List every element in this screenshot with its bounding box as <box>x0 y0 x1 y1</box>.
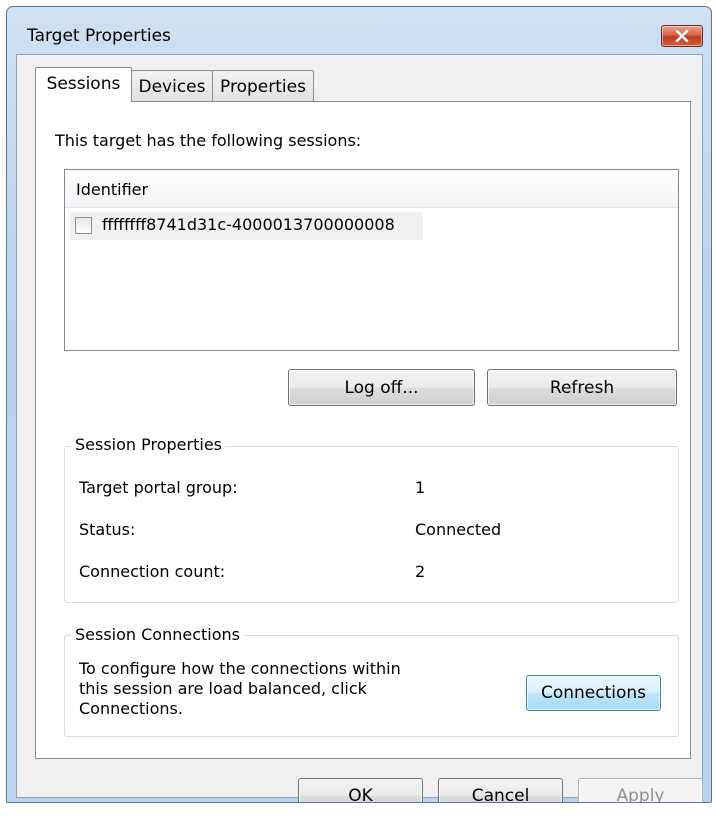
session-connections-title: Session Connections <box>71 625 244 644</box>
apply-button[interactable]: Apply <box>578 778 703 802</box>
target-portal-group-label: Target portal group: <box>79 478 238 497</box>
tab-sessions[interactable]: Sessions <box>35 67 132 102</box>
window-title: Target Properties <box>27 26 171 46</box>
cancel-button[interactable]: Cancel <box>438 778 563 802</box>
description-line: this session are load balanced, click <box>79 679 367 698</box>
connections-button[interactable]: Connections <box>526 675 661 711</box>
status-value: Connected <box>415 520 502 539</box>
title-bar: Target Properties <box>7 7 711 51</box>
identifier-header-label: Identifier <box>76 180 149 199</box>
sessions-intro-text: This target has the following sessions: <box>55 131 362 150</box>
tab-properties[interactable]: Properties <box>212 70 314 101</box>
target-portal-group-value: 1 <box>415 478 426 497</box>
sessions-list[interactable]: Identifier ffffffff8741d31c-400001370000… <box>64 169 679 351</box>
session-checkbox[interactable] <box>75 217 92 234</box>
identifier-column-header[interactable]: Identifier <box>65 170 678 208</box>
description-line: To configure how the connections within <box>79 659 401 678</box>
connection-count-value: 2 <box>415 562 426 581</box>
tab-devices[interactable]: Devices <box>131 70 213 101</box>
session-identifier: ffffffff8741d31c-4000013700000008 <box>102 215 395 234</box>
ok-button[interactable]: OK <box>298 778 423 802</box>
dialog-client-area: Sessions Devices Properties This target … <box>16 54 703 802</box>
status-label: Status: <box>79 520 136 539</box>
close-icon <box>675 30 689 42</box>
session-properties-title: Session Properties <box>71 435 226 454</box>
description-line: Connections. <box>79 699 183 718</box>
session-connections-description: To configure how the connections within … <box>79 659 439 719</box>
refresh-button[interactable]: Refresh <box>487 369 677 406</box>
dialog-window: Target Properties Sessions Devices Prope… <box>6 6 712 803</box>
close-button[interactable] <box>661 25 703 47</box>
list-item[interactable]: ffffffff8741d31c-4000013700000008 <box>70 212 423 240</box>
connection-count-label: Connection count: <box>79 562 226 581</box>
log-off-button[interactable]: Log off... <box>288 369 475 406</box>
